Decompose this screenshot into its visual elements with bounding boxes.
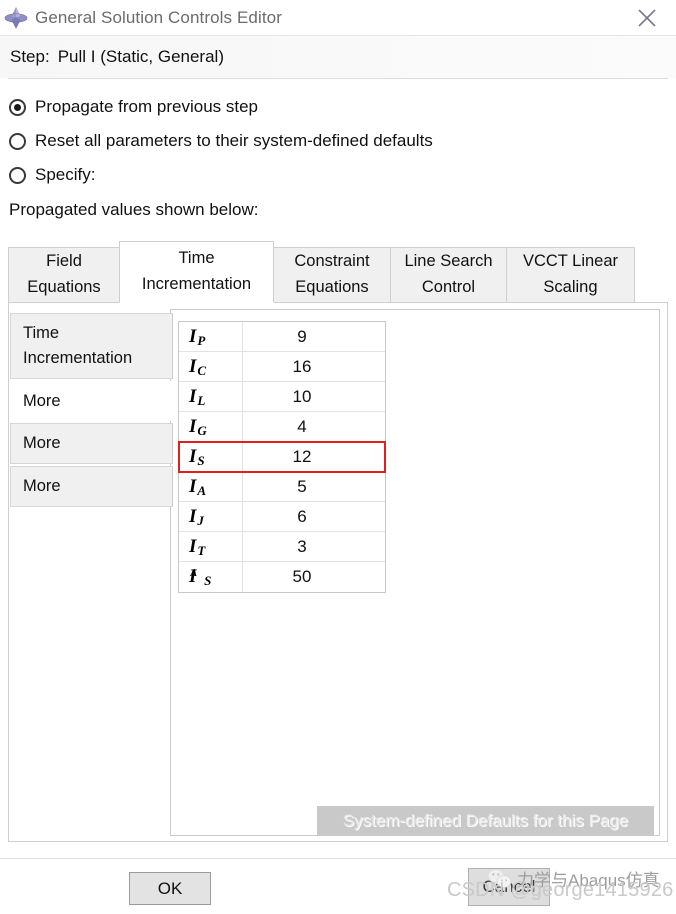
tab-field-equations-line1: Field: [46, 252, 82, 271]
radio-label-propagate: Propagate from previous step: [35, 97, 259, 116]
parameter-name-ip: IP: [179, 322, 243, 351]
subtab-more-1-label: More: [23, 391, 61, 410]
tab-strip: Field Equations Time Incrementation Cons…: [8, 241, 668, 303]
tab-vcct-linear-scaling[interactable]: VCCT Linear Scaling: [506, 247, 635, 303]
subtab-more-3-label: More: [23, 477, 61, 495]
radio-option-specify[interactable]: Specify:: [9, 158, 659, 192]
table-row[interactable]: IAS 50: [179, 562, 385, 592]
tab-time-incrementation-line2: Incrementation: [141, 275, 252, 293]
step-divider: [8, 78, 668, 79]
tab-time-incrementation-line1: Time: [178, 249, 215, 268]
close-icon[interactable]: [626, 2, 668, 34]
radio-label-specify: Specify:: [35, 165, 96, 184]
subtab-time-incrementation[interactable]: Time Incrementation: [10, 313, 173, 379]
abaqus-diamond-icon: [3, 5, 29, 31]
table-row[interactable]: IG 4: [179, 412, 385, 442]
parameter-name-ic: IC: [179, 352, 243, 381]
table-row[interactable]: IP 9: [179, 322, 385, 352]
radio-indicator-specify[interactable]: [9, 166, 26, 184]
tab-field-equations[interactable]: Field Equations: [8, 247, 120, 303]
subtab-more-2-label: More: [23, 434, 61, 453]
parameter-name-is: IS: [179, 442, 243, 471]
radio-indicator-reset[interactable]: [9, 132, 26, 150]
tab-constraint-equations-line2: Equations: [295, 278, 369, 296]
tab-line-search-control[interactable]: Line Search Control: [390, 247, 507, 303]
parameter-value-is-sup-a[interactable]: 50: [243, 562, 385, 592]
table-row[interactable]: IL 10: [179, 382, 385, 412]
radio-option-reset[interactable]: Reset all parameters to their system-def…: [9, 124, 659, 158]
ok-button[interactable]: OK: [129, 872, 211, 905]
parameter-name-ia: IA: [179, 472, 243, 501]
subtab-more-2[interactable]: More: [10, 423, 173, 464]
radio-option-propagate[interactable]: Propagate from previous step: [9, 90, 659, 124]
parameter-value-is[interactable]: 12: [243, 442, 385, 471]
parameter-name-is-sup-a: IAS: [179, 562, 243, 592]
tab-vcct-linear-scaling-line1: VCCT Linear: [522, 252, 619, 271]
parameter-name-ig: IG: [179, 412, 243, 441]
step-label: Step:: [10, 47, 50, 66]
cancel-button[interactable]: Cancel: [468, 868, 550, 906]
parameter-value-ig[interactable]: 4: [243, 412, 385, 441]
propagation-options: Propagate from previous step Reset all p…: [9, 90, 659, 192]
tab-time-incrementation[interactable]: Time Incrementation: [119, 241, 274, 303]
propagated-values-note: Propagated values shown below:: [9, 200, 259, 219]
radio-label-reset: Reset all parameters to their system-def…: [35, 131, 433, 150]
window-title: General Solution Controls Editor: [35, 7, 282, 27]
table-row[interactable]: IT 3: [179, 532, 385, 562]
radio-indicator-propagate[interactable]: [9, 98, 26, 116]
parameter-name-il: IL: [179, 382, 243, 411]
step-row: Step: Pull I (Static, General): [0, 36, 676, 78]
footer-divider: [0, 858, 676, 859]
subtab-more-3[interactable]: More: [10, 466, 173, 507]
system-defined-defaults-button: System-defined Defaults for this Page: [317, 806, 654, 836]
parameter-name-ij: IJ: [179, 502, 243, 531]
tab-line-search-control-line1: Line Search: [404, 252, 493, 271]
parameter-value-ip[interactable]: 9: [243, 322, 385, 351]
table-row-highlighted[interactable]: IS 12: [178, 441, 386, 473]
subtab-time-incrementation-line1: Time: [23, 324, 60, 342]
parameter-table: IP 9 IC 16 IL 10 IG 4 IS 12 IA 5 IJ 6 IT…: [178, 321, 386, 593]
tab-constraint-equations[interactable]: Constraint Equations: [273, 247, 391, 303]
subtab-list: Time Incrementation More More More: [10, 313, 173, 509]
table-row[interactable]: IJ 6: [179, 502, 385, 532]
parameter-value-ia[interactable]: 5: [243, 472, 385, 501]
subtab-more-1[interactable]: More: [10, 380, 173, 422]
parameter-value-ij[interactable]: 6: [243, 502, 385, 531]
window-titlebar: General Solution Controls Editor: [0, 0, 676, 35]
table-row[interactable]: IC 16: [179, 352, 385, 382]
parameter-value-il[interactable]: 10: [243, 382, 385, 411]
step-value: Pull I (Static, General): [57, 47, 224, 66]
tab-line-search-control-line2: Control: [421, 278, 476, 296]
parameter-name-it: IT: [179, 532, 243, 561]
parameter-value-ic[interactable]: 16: [243, 352, 385, 381]
subtab-time-incrementation-line2: Incrementation: [23, 348, 133, 367]
tab-constraint-equations-line1: Constraint: [294, 252, 370, 271]
table-row[interactable]: IA 5: [179, 472, 385, 502]
tab-vcct-linear-scaling-line2: Scaling: [543, 278, 598, 296]
parameter-value-it[interactable]: 3: [243, 532, 385, 561]
tab-field-equations-line2: Equations: [27, 278, 101, 296]
